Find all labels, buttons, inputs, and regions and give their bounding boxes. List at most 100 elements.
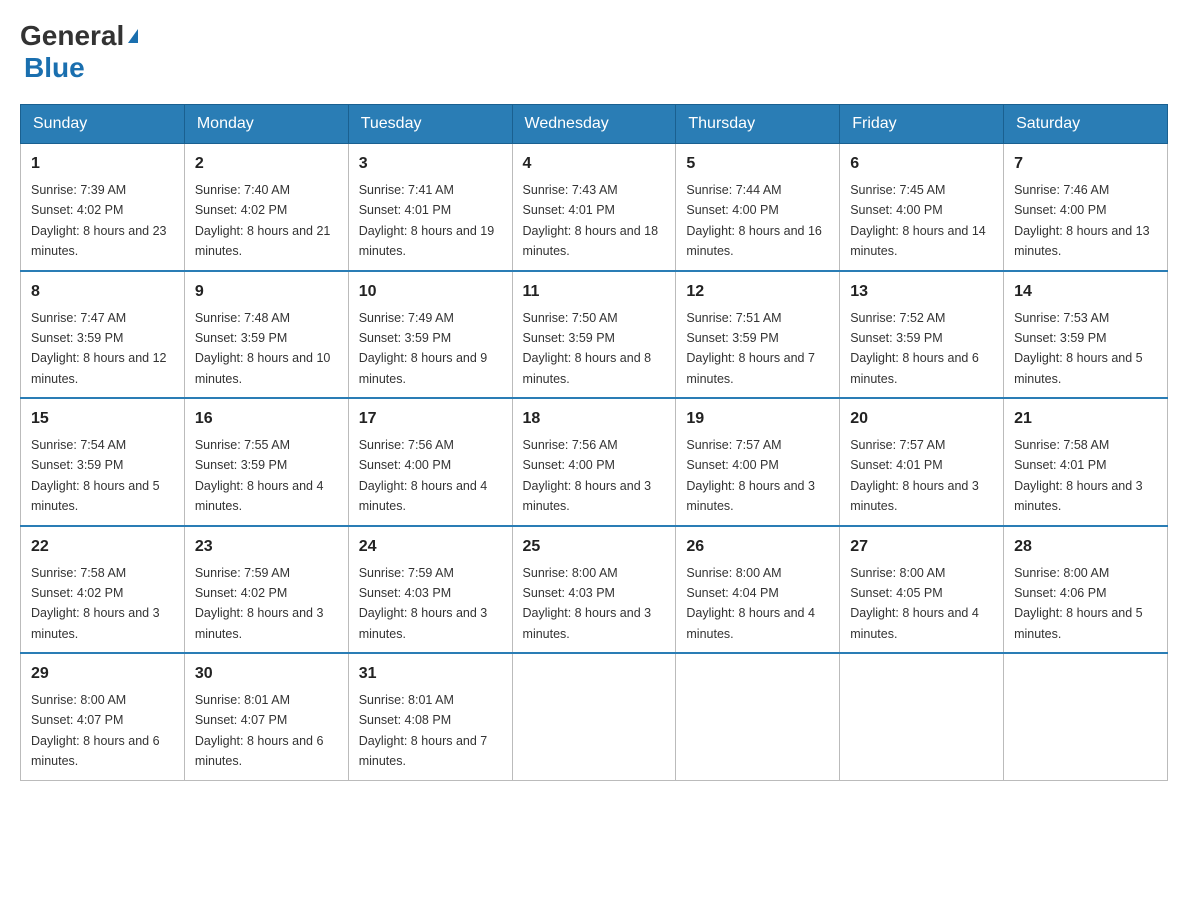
day-number: 9 xyxy=(195,280,338,304)
logo-triangle-icon xyxy=(128,29,138,43)
logo: General Blue xyxy=(20,20,138,84)
day-info: Sunrise: 8:00 AMSunset: 4:05 PMDaylight:… xyxy=(850,566,979,641)
day-cell: 9 Sunrise: 7:48 AMSunset: 3:59 PMDayligh… xyxy=(184,271,348,399)
calendar-table: SundayMondayTuesdayWednesdayThursdayFrid… xyxy=(20,104,1168,781)
day-info: Sunrise: 7:59 AMSunset: 4:02 PMDaylight:… xyxy=(195,566,324,641)
day-info: Sunrise: 7:45 AMSunset: 4:00 PMDaylight:… xyxy=(850,183,986,258)
day-cell: 24 Sunrise: 7:59 AMSunset: 4:03 PMDaylig… xyxy=(348,526,512,654)
day-number: 28 xyxy=(1014,535,1157,559)
day-cell: 25 Sunrise: 8:00 AMSunset: 4:03 PMDaylig… xyxy=(512,526,676,654)
day-number: 20 xyxy=(850,407,993,431)
day-number: 17 xyxy=(359,407,502,431)
day-number: 5 xyxy=(686,152,829,176)
day-info: Sunrise: 7:54 AMSunset: 3:59 PMDaylight:… xyxy=(31,438,160,513)
day-info: Sunrise: 7:56 AMSunset: 4:00 PMDaylight:… xyxy=(523,438,652,513)
day-cell: 27 Sunrise: 8:00 AMSunset: 4:05 PMDaylig… xyxy=(840,526,1004,654)
day-cell xyxy=(840,653,1004,780)
day-number: 23 xyxy=(195,535,338,559)
day-info: Sunrise: 7:57 AMSunset: 4:00 PMDaylight:… xyxy=(686,438,815,513)
day-info: Sunrise: 7:55 AMSunset: 3:59 PMDaylight:… xyxy=(195,438,324,513)
day-number: 30 xyxy=(195,662,338,686)
day-cell: 15 Sunrise: 7:54 AMSunset: 3:59 PMDaylig… xyxy=(21,398,185,526)
day-number: 6 xyxy=(850,152,993,176)
day-info: Sunrise: 7:57 AMSunset: 4:01 PMDaylight:… xyxy=(850,438,979,513)
day-cell: 6 Sunrise: 7:45 AMSunset: 4:00 PMDayligh… xyxy=(840,144,1004,271)
day-number: 1 xyxy=(31,152,174,176)
day-cell: 5 Sunrise: 7:44 AMSunset: 4:00 PMDayligh… xyxy=(676,144,840,271)
day-cell: 19 Sunrise: 7:57 AMSunset: 4:00 PMDaylig… xyxy=(676,398,840,526)
day-number: 12 xyxy=(686,280,829,304)
day-cell xyxy=(676,653,840,780)
day-number: 19 xyxy=(686,407,829,431)
day-cell: 8 Sunrise: 7:47 AMSunset: 3:59 PMDayligh… xyxy=(21,271,185,399)
day-number: 2 xyxy=(195,152,338,176)
day-cell: 18 Sunrise: 7:56 AMSunset: 4:00 PMDaylig… xyxy=(512,398,676,526)
day-info: Sunrise: 7:51 AMSunset: 3:59 PMDaylight:… xyxy=(686,311,815,386)
day-info: Sunrise: 7:47 AMSunset: 3:59 PMDaylight:… xyxy=(31,311,167,386)
header-saturday: Saturday xyxy=(1004,105,1168,144)
day-info: Sunrise: 7:52 AMSunset: 3:59 PMDaylight:… xyxy=(850,311,979,386)
header-thursday: Thursday xyxy=(676,105,840,144)
day-number: 3 xyxy=(359,152,502,176)
day-info: Sunrise: 8:00 AMSunset: 4:03 PMDaylight:… xyxy=(523,566,652,641)
day-cell: 3 Sunrise: 7:41 AMSunset: 4:01 PMDayligh… xyxy=(348,144,512,271)
day-info: Sunrise: 7:46 AMSunset: 4:00 PMDaylight:… xyxy=(1014,183,1150,258)
day-info: Sunrise: 8:01 AMSunset: 4:08 PMDaylight:… xyxy=(359,693,488,768)
day-cell: 10 Sunrise: 7:49 AMSunset: 3:59 PMDaylig… xyxy=(348,271,512,399)
day-cell: 1 Sunrise: 7:39 AMSunset: 4:02 PMDayligh… xyxy=(21,144,185,271)
day-cell: 30 Sunrise: 8:01 AMSunset: 4:07 PMDaylig… xyxy=(184,653,348,780)
day-info: Sunrise: 7:43 AMSunset: 4:01 PMDaylight:… xyxy=(523,183,659,258)
day-number: 21 xyxy=(1014,407,1157,431)
day-info: Sunrise: 7:58 AMSunset: 4:01 PMDaylight:… xyxy=(1014,438,1143,513)
day-number: 4 xyxy=(523,152,666,176)
day-number: 7 xyxy=(1014,152,1157,176)
day-cell: 20 Sunrise: 7:57 AMSunset: 4:01 PMDaylig… xyxy=(840,398,1004,526)
day-info: Sunrise: 7:58 AMSunset: 4:02 PMDaylight:… xyxy=(31,566,160,641)
day-info: Sunrise: 7:44 AMSunset: 4:00 PMDaylight:… xyxy=(686,183,822,258)
day-number: 11 xyxy=(523,280,666,304)
week-row-2: 8 Sunrise: 7:47 AMSunset: 3:59 PMDayligh… xyxy=(21,271,1168,399)
header-wednesday: Wednesday xyxy=(512,105,676,144)
day-info: Sunrise: 7:40 AMSunset: 4:02 PMDaylight:… xyxy=(195,183,331,258)
day-cell: 14 Sunrise: 7:53 AMSunset: 3:59 PMDaylig… xyxy=(1004,271,1168,399)
day-cell: 13 Sunrise: 7:52 AMSunset: 3:59 PMDaylig… xyxy=(840,271,1004,399)
week-row-1: 1 Sunrise: 7:39 AMSunset: 4:02 PMDayligh… xyxy=(21,144,1168,271)
logo-general-text: General xyxy=(20,20,124,52)
day-number: 13 xyxy=(850,280,993,304)
day-info: Sunrise: 7:48 AMSunset: 3:59 PMDaylight:… xyxy=(195,311,331,386)
day-info: Sunrise: 8:00 AMSunset: 4:07 PMDaylight:… xyxy=(31,693,160,768)
day-cell: 16 Sunrise: 7:55 AMSunset: 3:59 PMDaylig… xyxy=(184,398,348,526)
day-info: Sunrise: 7:39 AMSunset: 4:02 PMDaylight:… xyxy=(31,183,167,258)
day-cell: 12 Sunrise: 7:51 AMSunset: 3:59 PMDaylig… xyxy=(676,271,840,399)
week-row-3: 15 Sunrise: 7:54 AMSunset: 3:59 PMDaylig… xyxy=(21,398,1168,526)
day-cell: 29 Sunrise: 8:00 AMSunset: 4:07 PMDaylig… xyxy=(21,653,185,780)
day-cell: 31 Sunrise: 8:01 AMSunset: 4:08 PMDaylig… xyxy=(348,653,512,780)
logo-blue-text: Blue xyxy=(24,52,85,84)
day-number: 18 xyxy=(523,407,666,431)
header-monday: Monday xyxy=(184,105,348,144)
day-info: Sunrise: 7:56 AMSunset: 4:00 PMDaylight:… xyxy=(359,438,488,513)
day-number: 31 xyxy=(359,662,502,686)
day-cell: 21 Sunrise: 7:58 AMSunset: 4:01 PMDaylig… xyxy=(1004,398,1168,526)
header-sunday: Sunday xyxy=(21,105,185,144)
day-number: 16 xyxy=(195,407,338,431)
day-info: Sunrise: 8:00 AMSunset: 4:04 PMDaylight:… xyxy=(686,566,815,641)
day-cell: 22 Sunrise: 7:58 AMSunset: 4:02 PMDaylig… xyxy=(21,526,185,654)
day-info: Sunrise: 8:00 AMSunset: 4:06 PMDaylight:… xyxy=(1014,566,1143,641)
header-friday: Friday xyxy=(840,105,1004,144)
day-number: 27 xyxy=(850,535,993,559)
day-number: 29 xyxy=(31,662,174,686)
day-cell: 11 Sunrise: 7:50 AMSunset: 3:59 PMDaylig… xyxy=(512,271,676,399)
day-headers-row: SundayMondayTuesdayWednesdayThursdayFrid… xyxy=(21,105,1168,144)
day-cell: 28 Sunrise: 8:00 AMSunset: 4:06 PMDaylig… xyxy=(1004,526,1168,654)
day-cell xyxy=(512,653,676,780)
day-info: Sunrise: 7:59 AMSunset: 4:03 PMDaylight:… xyxy=(359,566,488,641)
header: General Blue xyxy=(20,20,1168,84)
header-tuesday: Tuesday xyxy=(348,105,512,144)
day-cell: 26 Sunrise: 8:00 AMSunset: 4:04 PMDaylig… xyxy=(676,526,840,654)
day-number: 22 xyxy=(31,535,174,559)
day-number: 8 xyxy=(31,280,174,304)
day-info: Sunrise: 7:41 AMSunset: 4:01 PMDaylight:… xyxy=(359,183,495,258)
week-row-4: 22 Sunrise: 7:58 AMSunset: 4:02 PMDaylig… xyxy=(21,526,1168,654)
day-cell: 17 Sunrise: 7:56 AMSunset: 4:00 PMDaylig… xyxy=(348,398,512,526)
